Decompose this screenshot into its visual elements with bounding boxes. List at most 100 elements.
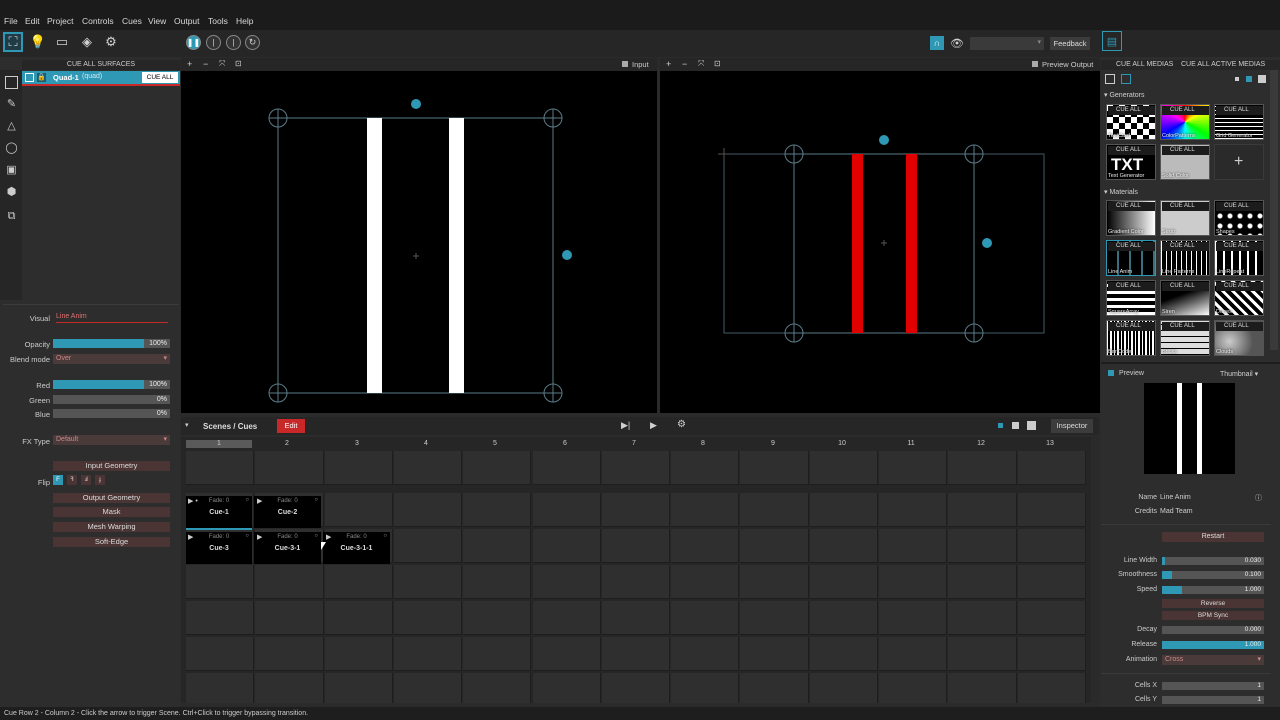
- cue-slot[interactable]: [324, 451, 393, 485]
- cue-slot[interactable]: [463, 565, 532, 599]
- flip-h-button[interactable]: ꟻ: [67, 475, 77, 485]
- cue-slot[interactable]: [532, 493, 601, 527]
- cue-slot[interactable]: [948, 451, 1017, 485]
- zoom-out-icon[interactable]: −: [203, 59, 208, 69]
- cue-all-label[interactable]: CUE ALL: [1108, 322, 1155, 331]
- surface-cue-all-button[interactable]: CUE ALL: [142, 72, 178, 83]
- cubes-icon[interactable]: ◈: [77, 32, 97, 52]
- cue-slot[interactable]: [601, 451, 671, 485]
- menu-file[interactable]: File: [4, 16, 18, 26]
- column-header[interactable]: 1: [186, 440, 252, 447]
- cue-slot[interactable]: [601, 673, 671, 703]
- info-icon[interactable]: ⓘ: [1255, 493, 1262, 503]
- eye-icon[interactable]: 👁: [948, 34, 966, 52]
- cue-slot[interactable]: [948, 493, 1017, 527]
- cue-tile-cue-2[interactable]: ▶ Fade: 0 ○ Cue-2: [254, 496, 321, 528]
- cue-slot[interactable]: [601, 601, 671, 635]
- cue-slot[interactable]: [740, 601, 809, 635]
- cue-slot[interactable]: [809, 637, 878, 671]
- release-slider[interactable]: 1.000: [1162, 641, 1264, 649]
- cue-slot[interactable]: [879, 601, 948, 635]
- triangle-tool-icon[interactable]: △: [5, 120, 18, 133]
- cue-all-label[interactable]: CUE ALL: [1108, 242, 1155, 251]
- media-solid-color[interactable]: CUE ALL Solid Color: [1160, 144, 1210, 180]
- cue-slot[interactable]: [671, 565, 740, 599]
- quad-tool-icon[interactable]: ▣: [5, 164, 18, 177]
- fit-icon[interactable]: ⤧: [219, 59, 225, 69]
- cue-slot[interactable]: [532, 637, 601, 671]
- media-text-generator[interactable]: CUE ALL TXT Text Generator: [1106, 144, 1156, 180]
- skip-forward-icon[interactable]: ▶|: [621, 420, 630, 431]
- cue-options-icon[interactable]: ○: [314, 533, 318, 539]
- stop-icon[interactable]: |: [206, 35, 221, 50]
- column-header[interactable]: 4: [393, 440, 459, 447]
- materials-section-label[interactable]: ▾ Materials: [1104, 188, 1138, 196]
- cue-slot[interactable]: [671, 637, 740, 671]
- cue-slot[interactable]: [948, 637, 1017, 671]
- media-line-patterns[interactable]: CUE ALL Line Patterns: [1160, 240, 1210, 276]
- output-zoom-out-icon[interactable]: −: [682, 59, 687, 69]
- media-library-icon[interactable]: ▤: [1102, 31, 1122, 51]
- cue-all-label[interactable]: CUE ALL: [1216, 322, 1263, 331]
- view-large-icon[interactable]: [1027, 421, 1036, 430]
- column-header[interactable]: 11: [878, 440, 944, 447]
- cue-slot[interactable]: [463, 673, 532, 703]
- cue-options-icon[interactable]: ○: [245, 497, 249, 503]
- circle-tool-icon[interactable]: ◯: [5, 142, 18, 155]
- lightbulb-icon[interactable]: 💡: [28, 32, 48, 52]
- column-header[interactable]: 7: [601, 440, 667, 447]
- cue-all-medias-button[interactable]: CUE ALL MEDIAS: [1116, 61, 1173, 68]
- cue-slot[interactable]: [1017, 601, 1086, 635]
- media-scrollbar[interactable]: [1270, 70, 1278, 350]
- smoothness-slider[interactable]: 0.100: [1162, 571, 1264, 579]
- cue-slot[interactable]: [671, 601, 740, 635]
- pen-tool-icon[interactable]: ✎: [5, 98, 18, 111]
- output-viewport[interactable]: [660, 71, 1100, 413]
- cue-slot[interactable]: [809, 601, 878, 635]
- pause-icon[interactable]: ❚❚: [186, 35, 201, 50]
- cue-all-label[interactable]: CUE ALL: [1162, 242, 1209, 251]
- cue-scrollbar[interactable]: [1091, 437, 1099, 703]
- edit-button[interactable]: Edit: [277, 419, 305, 433]
- cue-slot[interactable]: [186, 565, 255, 599]
- cue-slot[interactable]: [671, 673, 740, 703]
- cue-slot[interactable]: [948, 529, 1017, 563]
- media-colorpatterns[interactable]: CUE ALL ColorPatterns: [1160, 104, 1210, 140]
- menu-edit[interactable]: Edit: [25, 16, 40, 26]
- line-width-slider[interactable]: 0.030: [1162, 557, 1264, 565]
- cue-slot[interactable]: [809, 529, 878, 563]
- cue-slot[interactable]: [740, 451, 809, 485]
- cue-slot[interactable]: [255, 565, 324, 599]
- media-dunes[interactable]: CUE ALL Dunes: [1214, 280, 1264, 316]
- cue-slot[interactable]: [809, 451, 878, 485]
- cue-slot[interactable]: [186, 601, 255, 635]
- cue-slot[interactable]: [255, 451, 324, 485]
- play-icon[interactable]: ▶: [650, 420, 657, 431]
- cue-all-label[interactable]: CUE ALL: [1216, 242, 1263, 251]
- feedback-button[interactable]: Feedback: [1050, 37, 1090, 50]
- cue-slot[interactable]: [879, 529, 948, 563]
- thumb-size-small-icon[interactable]: [1235, 77, 1239, 81]
- cue-slot[interactable]: [948, 601, 1017, 635]
- cue-all-label[interactable]: CUE ALL: [1162, 146, 1209, 155]
- library-list-icon[interactable]: [1105, 74, 1115, 84]
- gear-icon[interactable]: ⚙: [101, 32, 121, 52]
- output-frame-icon[interactable]: ⊡: [714, 59, 721, 68]
- visual-field[interactable]: Line Anim: [56, 313, 168, 323]
- flip-none-button[interactable]: F: [53, 475, 63, 485]
- green-slider[interactable]: 0%: [53, 395, 170, 404]
- media-line-anim[interactable]: CUE ALL Line Anim: [1106, 240, 1156, 276]
- cue-slot[interactable]: [393, 493, 463, 527]
- cue-slot[interactable]: [809, 673, 878, 703]
- output-select[interactable]: ▾: [970, 37, 1044, 50]
- menu-controls[interactable]: Controls: [82, 16, 114, 26]
- cue-slot[interactable]: [1017, 637, 1086, 671]
- cue-slot[interactable]: [324, 565, 393, 599]
- cue-all-label[interactable]: CUE ALL: [1108, 202, 1155, 211]
- cue-slot[interactable]: [601, 637, 671, 671]
- media-linerepeat[interactable]: CUE ALL LineRepeat: [1214, 240, 1264, 276]
- cue-slot[interactable]: [186, 637, 255, 671]
- cue-slot[interactable]: [255, 673, 324, 703]
- magnet-icon[interactable]: ∩: [930, 36, 944, 50]
- lock-icon[interactable]: 🔒: [37, 73, 46, 82]
